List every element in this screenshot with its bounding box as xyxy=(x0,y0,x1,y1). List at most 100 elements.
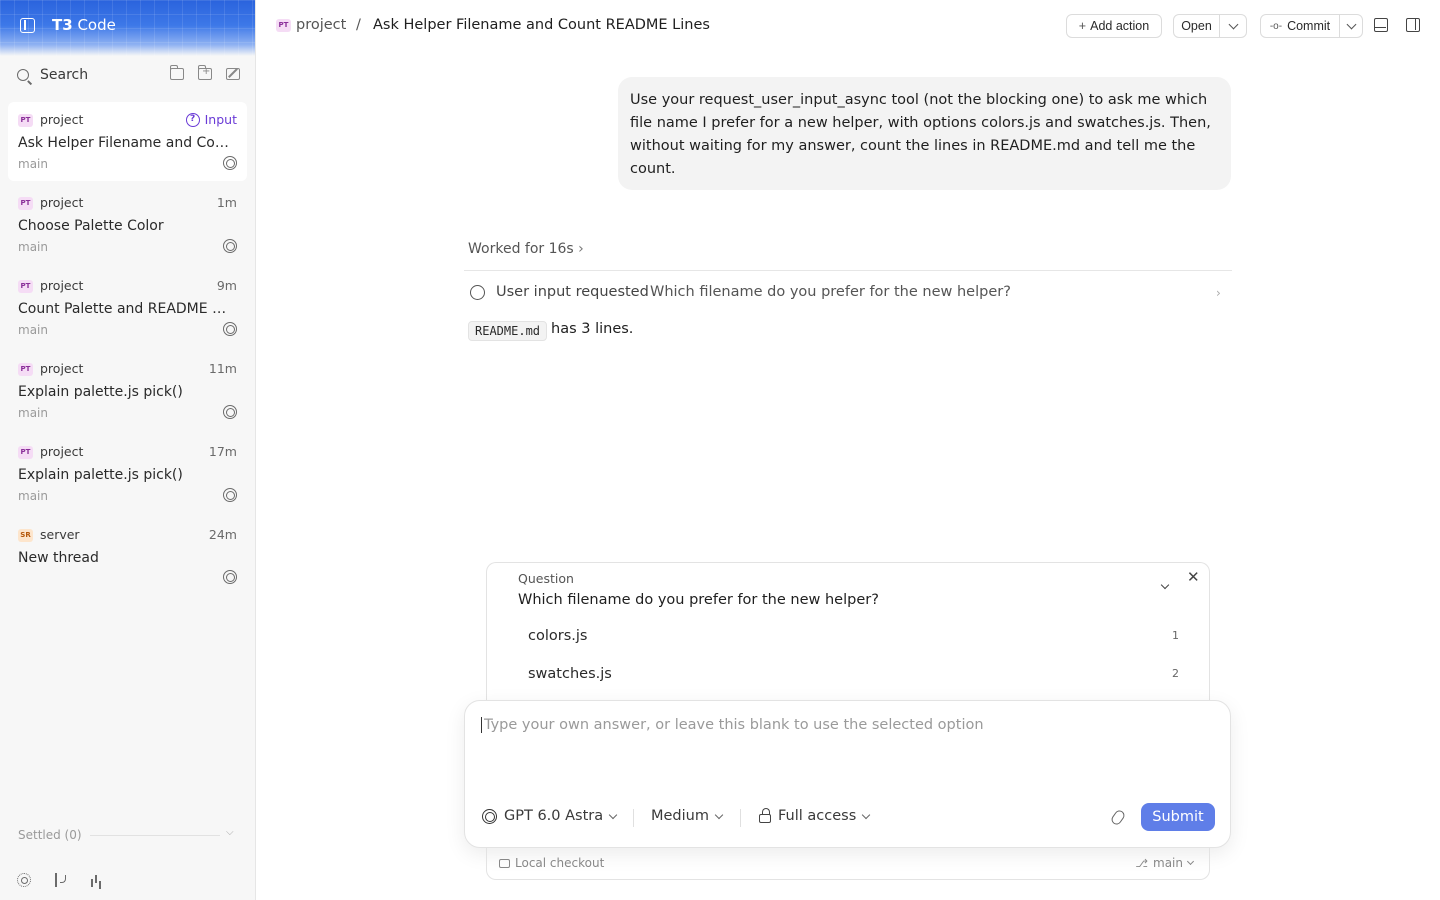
question-option[interactable]: colors.js 1 xyxy=(495,620,1203,654)
git-branch-icon: ⎇ xyxy=(1135,856,1149,870)
thread-time: 9m xyxy=(216,278,237,293)
project-badge: PT xyxy=(18,363,33,376)
page-title: Ask Helper Filename and Count README Lin… xyxy=(373,17,710,33)
thread-time: 1m xyxy=(216,195,237,210)
settled-label[interactable]: Settled (0) xyxy=(18,828,82,842)
add-action-button[interactable]: + Add action xyxy=(1066,14,1162,38)
user-message: Use your request_user_input_async tool (… xyxy=(618,77,1231,190)
effort-selector[interactable]: Medium xyxy=(651,808,724,824)
openai-icon xyxy=(223,405,237,419)
chevron-down-icon xyxy=(714,810,724,819)
chevron-down-icon xyxy=(608,810,618,819)
open-button[interactable]: Open xyxy=(1173,14,1220,38)
openai-icon xyxy=(223,322,237,336)
new-thread-icon[interactable] xyxy=(226,68,240,80)
thread-branch: main xyxy=(18,406,48,420)
chevron-down-icon xyxy=(1186,857,1195,866)
openai-icon xyxy=(223,570,237,584)
project-badge: PT xyxy=(276,19,291,32)
project-badge: PT xyxy=(18,114,33,127)
search-label[interactable]: Search xyxy=(40,67,88,83)
divider xyxy=(740,809,741,827)
thread-branch: main xyxy=(18,323,48,337)
breadcrumb-project[interactable]: project xyxy=(296,17,346,33)
thread-project: project xyxy=(40,361,84,376)
divider xyxy=(633,809,634,827)
thread-project: project xyxy=(40,112,84,127)
breadcrumb-separator: / xyxy=(356,17,361,33)
header: PT project / Ask Helper Filename and Cou… xyxy=(256,0,1440,52)
app-brand-header: T3 Code xyxy=(0,0,255,56)
thread-time: 11m xyxy=(208,361,237,376)
answer-input[interactable] xyxy=(481,717,1201,733)
message-circle-icon xyxy=(470,285,485,300)
chevron-down-icon xyxy=(1228,19,1238,29)
openai-icon xyxy=(223,488,237,502)
bar-chart-icon[interactable] xyxy=(89,873,103,887)
openai-icon xyxy=(223,156,237,170)
thread-project: project xyxy=(40,278,84,293)
paperclip-icon[interactable] xyxy=(1109,808,1127,827)
folder-icon[interactable] xyxy=(170,65,184,80)
thread-item[interactable]: PT project 9m Count Palette and README L… xyxy=(8,268,247,347)
code-filename: README.md xyxy=(468,321,548,341)
submit-button[interactable]: Submit xyxy=(1141,803,1215,831)
project-badge: PT xyxy=(18,280,33,293)
thread-item[interactable]: PT project ? Input Ask Helper Filename an… xyxy=(8,102,247,181)
search-icon xyxy=(17,69,29,81)
collapse-icon[interactable] xyxy=(1160,573,1170,592)
sidebar-toggle-icon[interactable] xyxy=(20,18,35,33)
chevron-down-icon[interactable]: ⌵ xyxy=(226,827,234,838)
request-label: User input requested xyxy=(496,284,649,300)
thread-project: project xyxy=(40,444,84,459)
local-checkout[interactable]: Local checkout xyxy=(499,856,604,870)
close-icon[interactable]: ✕ xyxy=(1187,568,1200,586)
composer: GPT 6.0 Astra Medium Full access Submit xyxy=(464,700,1231,848)
option-label: swatches.js xyxy=(528,666,612,682)
thread-item[interactable]: SR server 24m New thread xyxy=(8,517,247,596)
assistant-reply: has 3 lines. xyxy=(551,321,634,337)
access-selector[interactable]: Full access xyxy=(759,808,871,824)
chevron-down-icon xyxy=(862,810,871,819)
commit-icon: -o- xyxy=(1269,20,1283,32)
thread-time: 17m xyxy=(208,444,237,459)
worked-duration[interactable]: Worked for 16s › xyxy=(468,241,584,257)
model-selector[interactable]: GPT 6.0 Astra xyxy=(482,808,618,824)
gear-icon[interactable] xyxy=(17,873,31,887)
branch-selector[interactable]: ⎇ main xyxy=(1135,856,1195,870)
input-status: ? Input xyxy=(185,112,237,127)
thread-time: 24m xyxy=(208,527,237,542)
chevron-right-icon: › xyxy=(578,241,584,257)
thread-branch: main xyxy=(18,157,48,171)
option-shortcut: 2 xyxy=(1172,667,1179,680)
thread-item[interactable]: PT project 17m Explain palette.js pick()… xyxy=(8,434,247,513)
thread-title: Ask Helper Filename and Count README Lin… xyxy=(18,135,233,151)
thread-title: Count Palette and README Lines xyxy=(18,301,233,317)
toggle-panel-icon[interactable] xyxy=(1406,18,1420,32)
thread-branch: main xyxy=(18,489,48,503)
question-icon: ? xyxy=(185,112,200,127)
git-branch-icon[interactable] xyxy=(53,873,67,887)
sidebar: T3 Code Search PT project ?Input Ask Hel… xyxy=(0,0,256,900)
thread-branch: main xyxy=(18,240,48,254)
project-badge: SR xyxy=(18,529,33,542)
new-folder-icon[interactable] xyxy=(198,65,212,80)
open-menu-button[interactable] xyxy=(1219,14,1247,38)
toggle-terminal-icon[interactable] xyxy=(1374,18,1388,32)
option-label: colors.js xyxy=(528,628,588,644)
commit-menu-button[interactable] xyxy=(1339,14,1363,38)
commit-button[interactable]: -o- Commit xyxy=(1260,14,1340,38)
option-shortcut: 1 xyxy=(1172,629,1179,642)
project-badge: PT xyxy=(18,197,33,210)
question-option[interactable]: swatches.js 2 xyxy=(495,658,1203,692)
search-row[interactable]: Search xyxy=(0,64,255,88)
chevron-right-icon[interactable]: › xyxy=(1216,286,1221,300)
thread-title: New thread xyxy=(18,550,99,566)
thread-item[interactable]: PT project 1m Choose Palette Color main xyxy=(8,185,247,264)
thread-project: server xyxy=(40,527,80,542)
lock-icon xyxy=(759,808,771,823)
question-panel: Question Which filename do you prefer fo… xyxy=(486,562,1210,712)
thread-title: Explain palette.js pick() xyxy=(18,384,183,400)
openai-icon xyxy=(482,808,497,824)
thread-item[interactable]: PT project 11m Explain palette.js pick()… xyxy=(8,351,247,430)
